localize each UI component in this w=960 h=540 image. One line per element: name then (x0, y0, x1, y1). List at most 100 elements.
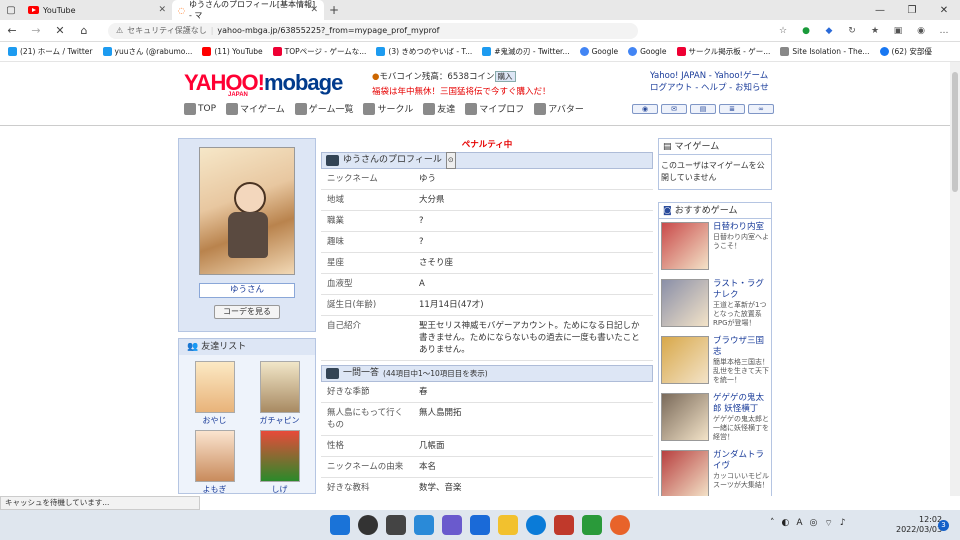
game-thumbnail[interactable] (661, 450, 709, 496)
account-links[interactable]: ログアウト - ヘルプ - お知らせ (650, 82, 769, 94)
forward-icon[interactable]: → (24, 24, 48, 37)
tab-youtube[interactable]: YouTube ✕ (22, 0, 172, 20)
nav-top[interactable]: TOP (184, 102, 216, 115)
bookmark-item[interactable]: Google (579, 47, 618, 56)
chevron-up-icon[interactable]: ˄ (770, 518, 775, 529)
friend-item[interactable]: しげ (254, 430, 305, 495)
minimize-icon[interactable]: — (864, 5, 896, 16)
taskview-icon[interactable] (386, 515, 406, 535)
bookmark-item[interactable]: Site Isolation - The... (780, 47, 870, 56)
back-icon[interactable]: ← (0, 24, 24, 37)
game-thumbnail[interactable] (661, 336, 709, 384)
firefox-icon[interactable] (610, 515, 630, 535)
search-icon[interactable] (358, 515, 378, 535)
nav-mygame[interactable]: マイゲーム (226, 102, 285, 115)
avatar-name[interactable]: ゆうさん (199, 283, 295, 298)
nav-myprofile[interactable]: マイプロフ (465, 102, 524, 115)
table-row: ニックネームの由来 本名 (321, 456, 653, 478)
extension-icon[interactable]: ● (796, 26, 816, 36)
game-title[interactable]: ゲゲゲの鬼太郎 妖怪横丁 (713, 393, 769, 415)
clock[interactable]: 12:02 2022/03/03 (896, 515, 942, 535)
game-item[interactable]: ガンダムトライヴ カッコいいモビルスーツが大集結！ (659, 447, 771, 496)
row-value: ? (413, 231, 653, 253)
game-item[interactable]: 日替わり内室 日替わり内室へようこそ！ (659, 219, 771, 276)
profile-avatar[interactable]: ◉ (911, 26, 931, 36)
game-thumbnail[interactable] (661, 393, 709, 441)
bookmark-item[interactable]: TOPページ - ゲームな... (272, 46, 366, 57)
game-item[interactable]: ゲゲゲの鬼太郎 妖怪横丁 ゲゲゲの鬼太郎と一緒に妖怪横丁を経営！ (659, 390, 771, 447)
yahoo-links[interactable]: Yahoo! JAPAN - Yahoo!ゲーム (650, 70, 769, 82)
avatar-image[interactable] (199, 147, 295, 275)
nav-friends[interactable]: 友達 (423, 102, 455, 115)
notification-badge[interactable]: 3 (938, 520, 949, 531)
restore-icon[interactable]: ❐ (896, 5, 928, 16)
bookmark-item[interactable]: #鬼滅の刃 - Twitter... (482, 46, 570, 57)
teams-icon[interactable] (442, 515, 462, 535)
nav-circle[interactable]: サークル (363, 102, 413, 115)
start-icon[interactable] (330, 515, 350, 535)
more-icon[interactable]: … (934, 26, 954, 36)
row-key: 性格 (321, 435, 413, 457)
new-tab-button[interactable]: + (324, 3, 344, 17)
buy-coin-button[interactable]: 購入 (494, 71, 516, 82)
bookmark-item[interactable]: Google (628, 47, 667, 56)
game-title[interactable]: ブラウザ三国志 (713, 336, 769, 358)
app-tray-icon[interactable]: ◐ (782, 518, 790, 529)
bookmark-item[interactable]: (62) 安部優 (879, 46, 932, 57)
nav-gamelist[interactable]: ゲーム一覧 (294, 102, 353, 115)
ime-indicator[interactable]: A (796, 518, 802, 529)
ime-settings-icon[interactable]: ◎ (810, 518, 818, 529)
nav-avatar[interactable]: アバター (534, 102, 584, 115)
extension-icon[interactable]: ◆ (819, 26, 839, 36)
favorites-icon[interactable]: ★ (865, 26, 885, 36)
bookmark-item[interactable]: (21) ホーム / Twitter (8, 46, 93, 57)
mail-button[interactable]: ✉ (661, 104, 687, 114)
game-button[interactable]: ∞ (748, 104, 774, 114)
diary-button[interactable]: ▤ (690, 104, 716, 114)
game-title[interactable]: ガンダムトライヴ (713, 450, 769, 472)
clock-time: 12:02 (919, 515, 943, 524)
home-icon[interactable]: ⌂ (72, 24, 96, 37)
edge-icon[interactable] (526, 515, 546, 535)
site-logo[interactable]: YAHOO!mobage JAPAN (184, 70, 343, 98)
bookmark-item[interactable]: yuuさん (@rabumo... (102, 46, 192, 57)
game-thumbnail[interactable] (661, 279, 709, 327)
app-icon[interactable] (554, 515, 574, 535)
view-coordinate-button[interactable]: コーデを見る (214, 305, 280, 319)
bookmark-item[interactable]: (3) きめつのやいば - T... (376, 46, 472, 57)
game-thumbnail[interactable] (661, 222, 709, 270)
xbox-icon[interactable] (582, 515, 602, 535)
bookmark-item[interactable]: (11) YouTube (202, 47, 263, 56)
tab-profile[interactable]: ◌ ゆうさんのプロフィール[基本情報] - マ ✕ (172, 0, 324, 20)
page-scrollbar[interactable] (950, 62, 960, 496)
url-field[interactable]: ⚠ セキュリティ保護なし | yahoo-mbga.jp/63855225?_f… (108, 22, 638, 39)
edit-icon[interactable]: ⊙ (445, 152, 456, 169)
bookmark-item[interactable]: サークル掲示板 - ゲー... (676, 46, 770, 57)
wifi-icon[interactable]: ⌔ (824, 518, 832, 529)
game-title[interactable]: 日替わり内室 (713, 222, 769, 233)
game-description: 簡単本格三国志！乱世を生きて天下を統一！ (713, 358, 769, 384)
list-button[interactable]: ≣ (719, 104, 745, 114)
friend-item[interactable]: ガチャピン (254, 361, 305, 426)
close-window-icon[interactable]: ✕ (928, 5, 960, 16)
game-item[interactable]: ブラウザ三国志 簡単本格三国志！乱世を生きて天下を統一！ (659, 333, 771, 390)
game-title[interactable]: ラスト・ラグナレク (713, 279, 769, 301)
widgets-icon[interactable] (414, 515, 434, 535)
favorite-star-icon[interactable]: ☆ (773, 26, 793, 36)
collections-icon[interactable]: ▣ (888, 26, 908, 36)
volume-icon[interactable]: ♪ (840, 518, 846, 529)
scrollbar-thumb[interactable] (952, 72, 958, 192)
friend-item[interactable]: よもぎ (189, 430, 240, 495)
game-item[interactable]: ラスト・ラグナレク 王道と革新が1つとなった放置系RPGが登場！ (659, 276, 771, 333)
close-icon[interactable]: ✕ (310, 5, 318, 15)
mail-icon[interactable] (470, 515, 490, 535)
close-icon[interactable]: ✕ (158, 5, 166, 15)
tab-actions-icon[interactable]: ▢ (0, 5, 22, 16)
refresh-icon[interactable]: ↻ (842, 26, 862, 36)
explorer-icon[interactable] (498, 515, 518, 535)
stop-icon[interactable]: ✕ (48, 24, 72, 37)
friend-item[interactable]: おやじ (189, 361, 240, 426)
promo-link[interactable]: 福袋は年中無休！三国猛将伝で今すぐ購入だ！ (372, 85, 551, 97)
profile-table: ニックネーム ゆう 地域 大分県 職業? 趣味? 星座 さそり座 血液型 A 誕生日(年齢) 11月1… (321, 169, 653, 361)
chat-button[interactable]: ◉ (632, 104, 658, 114)
